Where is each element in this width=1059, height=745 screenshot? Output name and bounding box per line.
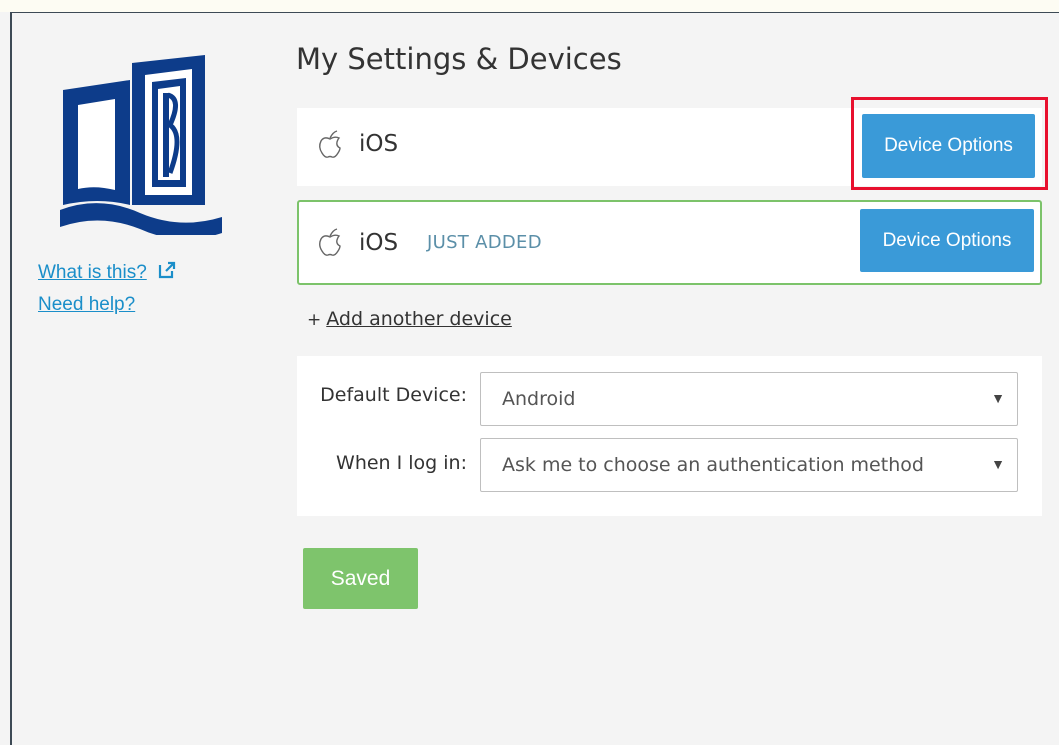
top-strip (0, 0, 1059, 12)
need-help-link[interactable]: Need help? (38, 294, 135, 316)
add-another-device-link[interactable]: Add another device (326, 308, 512, 330)
default-device-value: Android (502, 388, 576, 410)
add-device-row: + Add another device (307, 308, 512, 330)
when-i-log-in-select[interactable]: Ask me to choose an authentication metho… (480, 438, 1018, 492)
device-name: iOS (359, 230, 399, 256)
settings-panel: Default Device: Android ▼ When I log in:… (297, 356, 1042, 516)
apple-icon (319, 228, 341, 256)
frame-left-border (10, 12, 12, 745)
device-row: iOS Device Options (297, 108, 1042, 186)
open-book-logo-icon (60, 55, 222, 235)
when-i-log-in-label: When I log in: (336, 452, 467, 474)
device-name: iOS (359, 131, 399, 157)
saved-button[interactable]: Saved (303, 548, 418, 609)
apple-icon (319, 130, 341, 158)
when-i-log-in-value: Ask me to choose an authentication metho… (502, 454, 924, 476)
what-is-this-link[interactable]: What is this? (38, 262, 147, 284)
frame-top-border (10, 12, 1059, 13)
default-device-select[interactable]: Android ▼ (480, 372, 1018, 426)
page-title: My Settings & Devices (296, 42, 622, 76)
dropdown-arrow-icon: ▼ (991, 456, 1005, 472)
just-added-badge: JUST ADDED (427, 232, 542, 253)
default-device-label: Default Device: (320, 384, 467, 406)
device-options-button[interactable]: Device Options (862, 114, 1035, 178)
device-row-just-added: iOS JUST ADDED Device Options (297, 200, 1042, 285)
dropdown-arrow-icon: ▼ (991, 390, 1005, 406)
device-options-button[interactable]: Device Options (860, 209, 1034, 272)
plus-icon: + (307, 310, 322, 330)
external-link-icon[interactable] (157, 260, 177, 280)
